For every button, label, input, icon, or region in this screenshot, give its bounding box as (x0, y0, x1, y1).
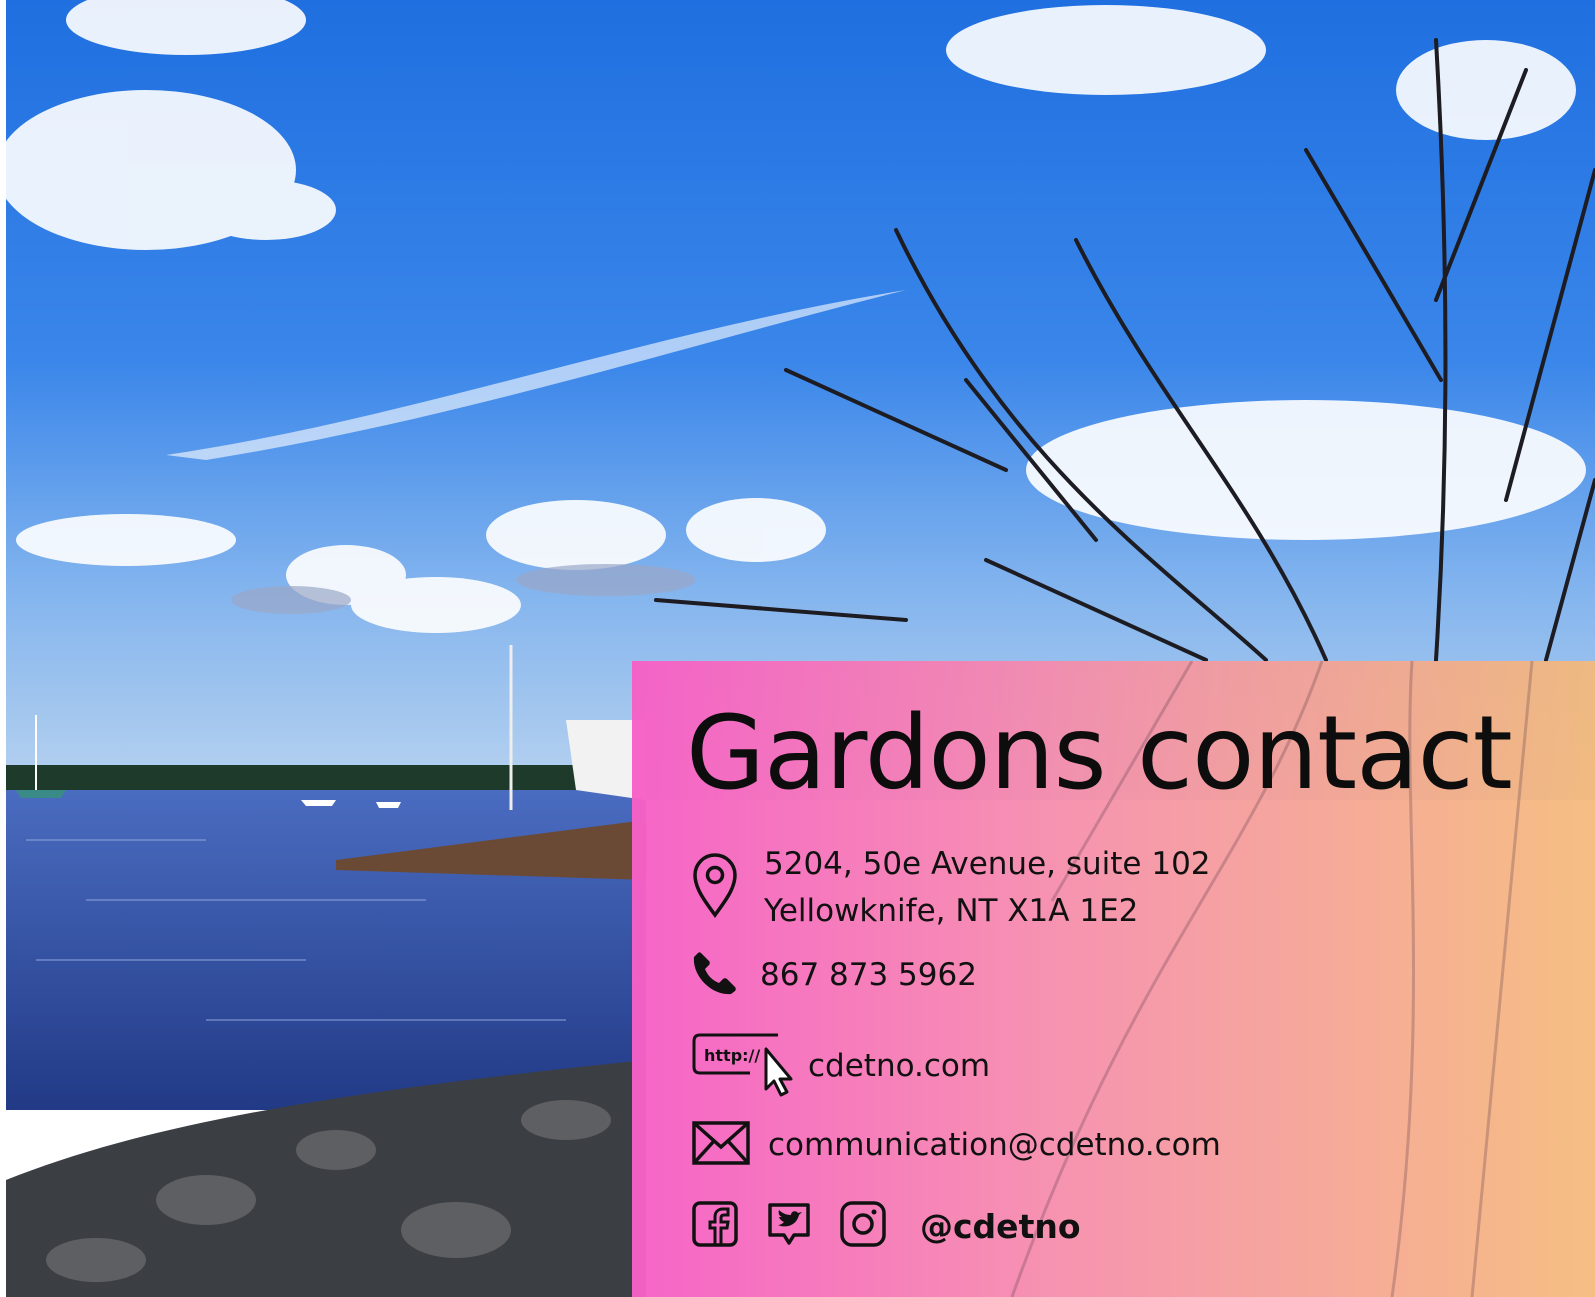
website-item: http:// cdetno.com (692, 1031, 990, 1102)
social-handle[interactable]: @cdetno (920, 1207, 1081, 1246)
twitter-icon[interactable] (766, 1201, 812, 1252)
email-link[interactable]: communication@cdetno.com (768, 1122, 1221, 1169)
page-title: Gardons contact (686, 694, 1513, 813)
address-line-2: Yellowknife, NT X1A 1E2 (764, 892, 1139, 929)
address-item: 5204, 50e Avenue, suite 102 Yellowknife,… (692, 841, 1211, 934)
phone-icon (692, 951, 736, 1000)
facebook-icon[interactable] (692, 1201, 738, 1252)
instagram-icon[interactable] (840, 1201, 886, 1252)
social-links: @cdetno (692, 1201, 1081, 1252)
web-link-icon: http:// (692, 1031, 798, 1102)
address-line-1: 5204, 50e Avenue, suite 102 (764, 846, 1211, 882)
envelope-icon (692, 1121, 750, 1170)
contact-card: Gardons contact 5204, 50e Avenue, suite … (632, 661, 1595, 1297)
web-link-icon-text: http:// (704, 1046, 760, 1065)
email-item: communication@cdetno.com (692, 1121, 1221, 1170)
phone-number: 867 873 5962 (760, 957, 977, 994)
website-link[interactable]: cdetno.com (808, 1043, 990, 1090)
phone-item: 867 873 5962 (692, 951, 977, 1000)
location-pin-icon (692, 852, 738, 923)
